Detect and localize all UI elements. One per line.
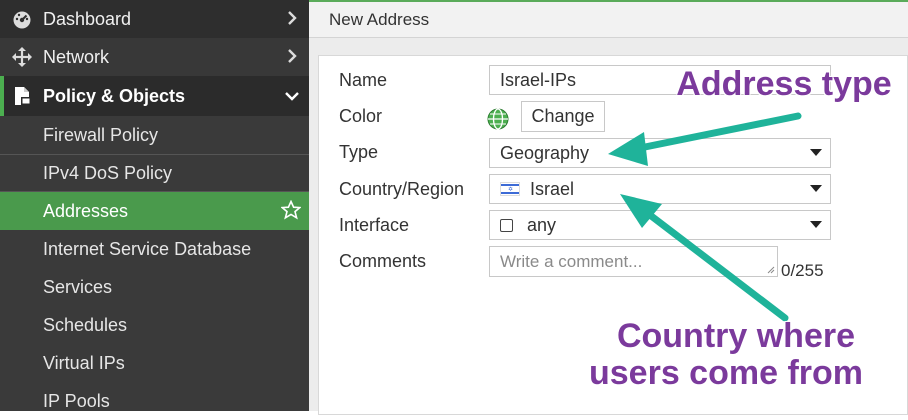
- chevron-down-icon: [810, 149, 822, 156]
- chevron-right-icon: [288, 11, 297, 25]
- type-value: Geography: [500, 142, 590, 163]
- interface-checkbox[interactable]: [500, 218, 513, 232]
- country-value: Israel: [530, 178, 575, 199]
- country-label: Country/Region: [339, 179, 465, 199]
- sidebar-item-label: Firewall Policy: [43, 124, 159, 145]
- sidebar-item-services[interactable]: Services: [0, 268, 309, 306]
- sidebar-item-label: IPv4 DoS Policy: [43, 162, 173, 183]
- chevron-down-icon: [810, 185, 822, 192]
- nav-policy-objects[interactable]: Policy & Objects: [0, 76, 309, 116]
- name-label: Name: [339, 70, 388, 90]
- comments-textarea[interactable]: Write a comment...: [489, 246, 778, 277]
- type-label: Type: [339, 142, 379, 162]
- sidebar-item-label: Addresses: [43, 200, 129, 221]
- sidebar-item-ipv4-dos-policy[interactable]: IPv4 DoS Policy: [0, 154, 309, 192]
- sidebar-item-virtual-ips[interactable]: Virtual IPs: [0, 344, 309, 382]
- chevron-down-icon: [810, 221, 822, 228]
- nav-dashboard[interactable]: Dashboard: [0, 0, 309, 38]
- nav-policy-objects-label: Policy & Objects: [43, 85, 186, 106]
- chevron-right-icon: [288, 49, 297, 63]
- sidebar-item-addresses[interactable]: Addresses: [0, 192, 309, 230]
- sidebar-item-firewall-policy[interactable]: Firewall Policy: [0, 116, 309, 154]
- globe-color-icon: [487, 108, 509, 130]
- interface-value: any: [527, 214, 557, 235]
- comments-counter: 0/255: [781, 261, 824, 280]
- policy-document-icon: [15, 87, 31, 105]
- nav-network[interactable]: Network: [0, 38, 309, 76]
- network-move-icon: [12, 47, 32, 67]
- name-value: Israel-IPs: [500, 69, 577, 90]
- comments-label: Comments: [339, 251, 427, 271]
- israel-flag-icon: ✡: [500, 182, 520, 196]
- type-select[interactable]: Geography: [489, 138, 831, 168]
- chevron-down-icon: [285, 92, 299, 101]
- sidebar-item-label: Virtual IPs: [43, 352, 125, 373]
- color-label: Color: [339, 106, 383, 126]
- interface-select[interactable]: any: [489, 210, 831, 240]
- annotation-address-type: Address type: [676, 65, 892, 103]
- page-header: New Address: [309, 0, 908, 38]
- sidebar-item-label: Services: [43, 276, 113, 297]
- nav-network-label: Network: [43, 46, 110, 67]
- comments-placeholder: Write a comment...: [500, 251, 643, 271]
- annotation-country-line1: Country where: [616, 317, 856, 355]
- sidebar: Dashboard Network Policy & Objects Firew…: [0, 0, 309, 411]
- nav-dashboard-label: Dashboard: [43, 8, 132, 29]
- sidebar-item-label: Internet Service Database: [43, 238, 252, 259]
- interface-label: Interface: [339, 215, 410, 235]
- sidebar-item-internet-service-database[interactable]: Internet Service Database: [0, 230, 309, 268]
- page-title: New Address: [329, 10, 430, 29]
- resize-handle-icon[interactable]: [767, 266, 775, 274]
- sidebar-item-schedules[interactable]: Schedules: [0, 306, 309, 344]
- sidebar-item-label: IP Pools: [43, 390, 110, 411]
- country-select[interactable]: ✡ Israel: [489, 174, 831, 204]
- annotation-country-line2: users come from: [589, 354, 863, 392]
- star-favorite-icon[interactable]: [281, 200, 301, 220]
- sidebar-item-ip-pools[interactable]: IP Pools: [0, 382, 309, 420]
- change-color-button[interactable]: Change: [521, 101, 605, 132]
- dashboard-icon: [13, 11, 31, 29]
- sidebar-item-label: Schedules: [43, 314, 128, 335]
